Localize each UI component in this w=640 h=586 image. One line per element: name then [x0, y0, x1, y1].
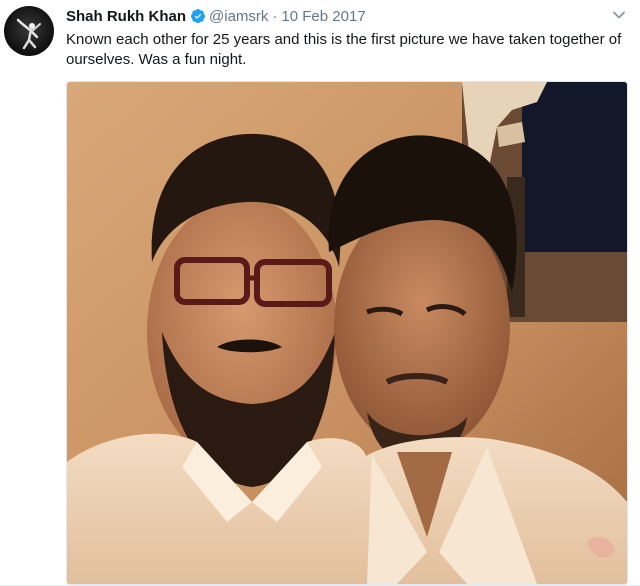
- tweet-photo[interactable]: [66, 81, 628, 585]
- separator-dot: ·: [272, 7, 278, 25]
- author-name[interactable]: Shah Rukh Khan: [66, 8, 186, 25]
- tweet-text: Known each other for 25 years and this i…: [66, 31, 622, 68]
- author-handle[interactable]: @iamsrk: [209, 8, 268, 25]
- author-avatar[interactable]: [4, 6, 54, 56]
- selfie-photo-image: [67, 82, 627, 584]
- tweet-header: Shah Rukh Khan @iamsrk · 10 Feb 2017: [66, 6, 600, 26]
- verified-badge-icon: [191, 9, 206, 24]
- chevron-down-icon[interactable]: [612, 8, 626, 22]
- tweet-date[interactable]: 10 Feb 2017: [281, 8, 365, 25]
- avatar-image: [16, 18, 41, 50]
- tweet-card: Shah Rukh Khan @iamsrk · 10 Feb 2017 Kno…: [0, 0, 640, 586]
